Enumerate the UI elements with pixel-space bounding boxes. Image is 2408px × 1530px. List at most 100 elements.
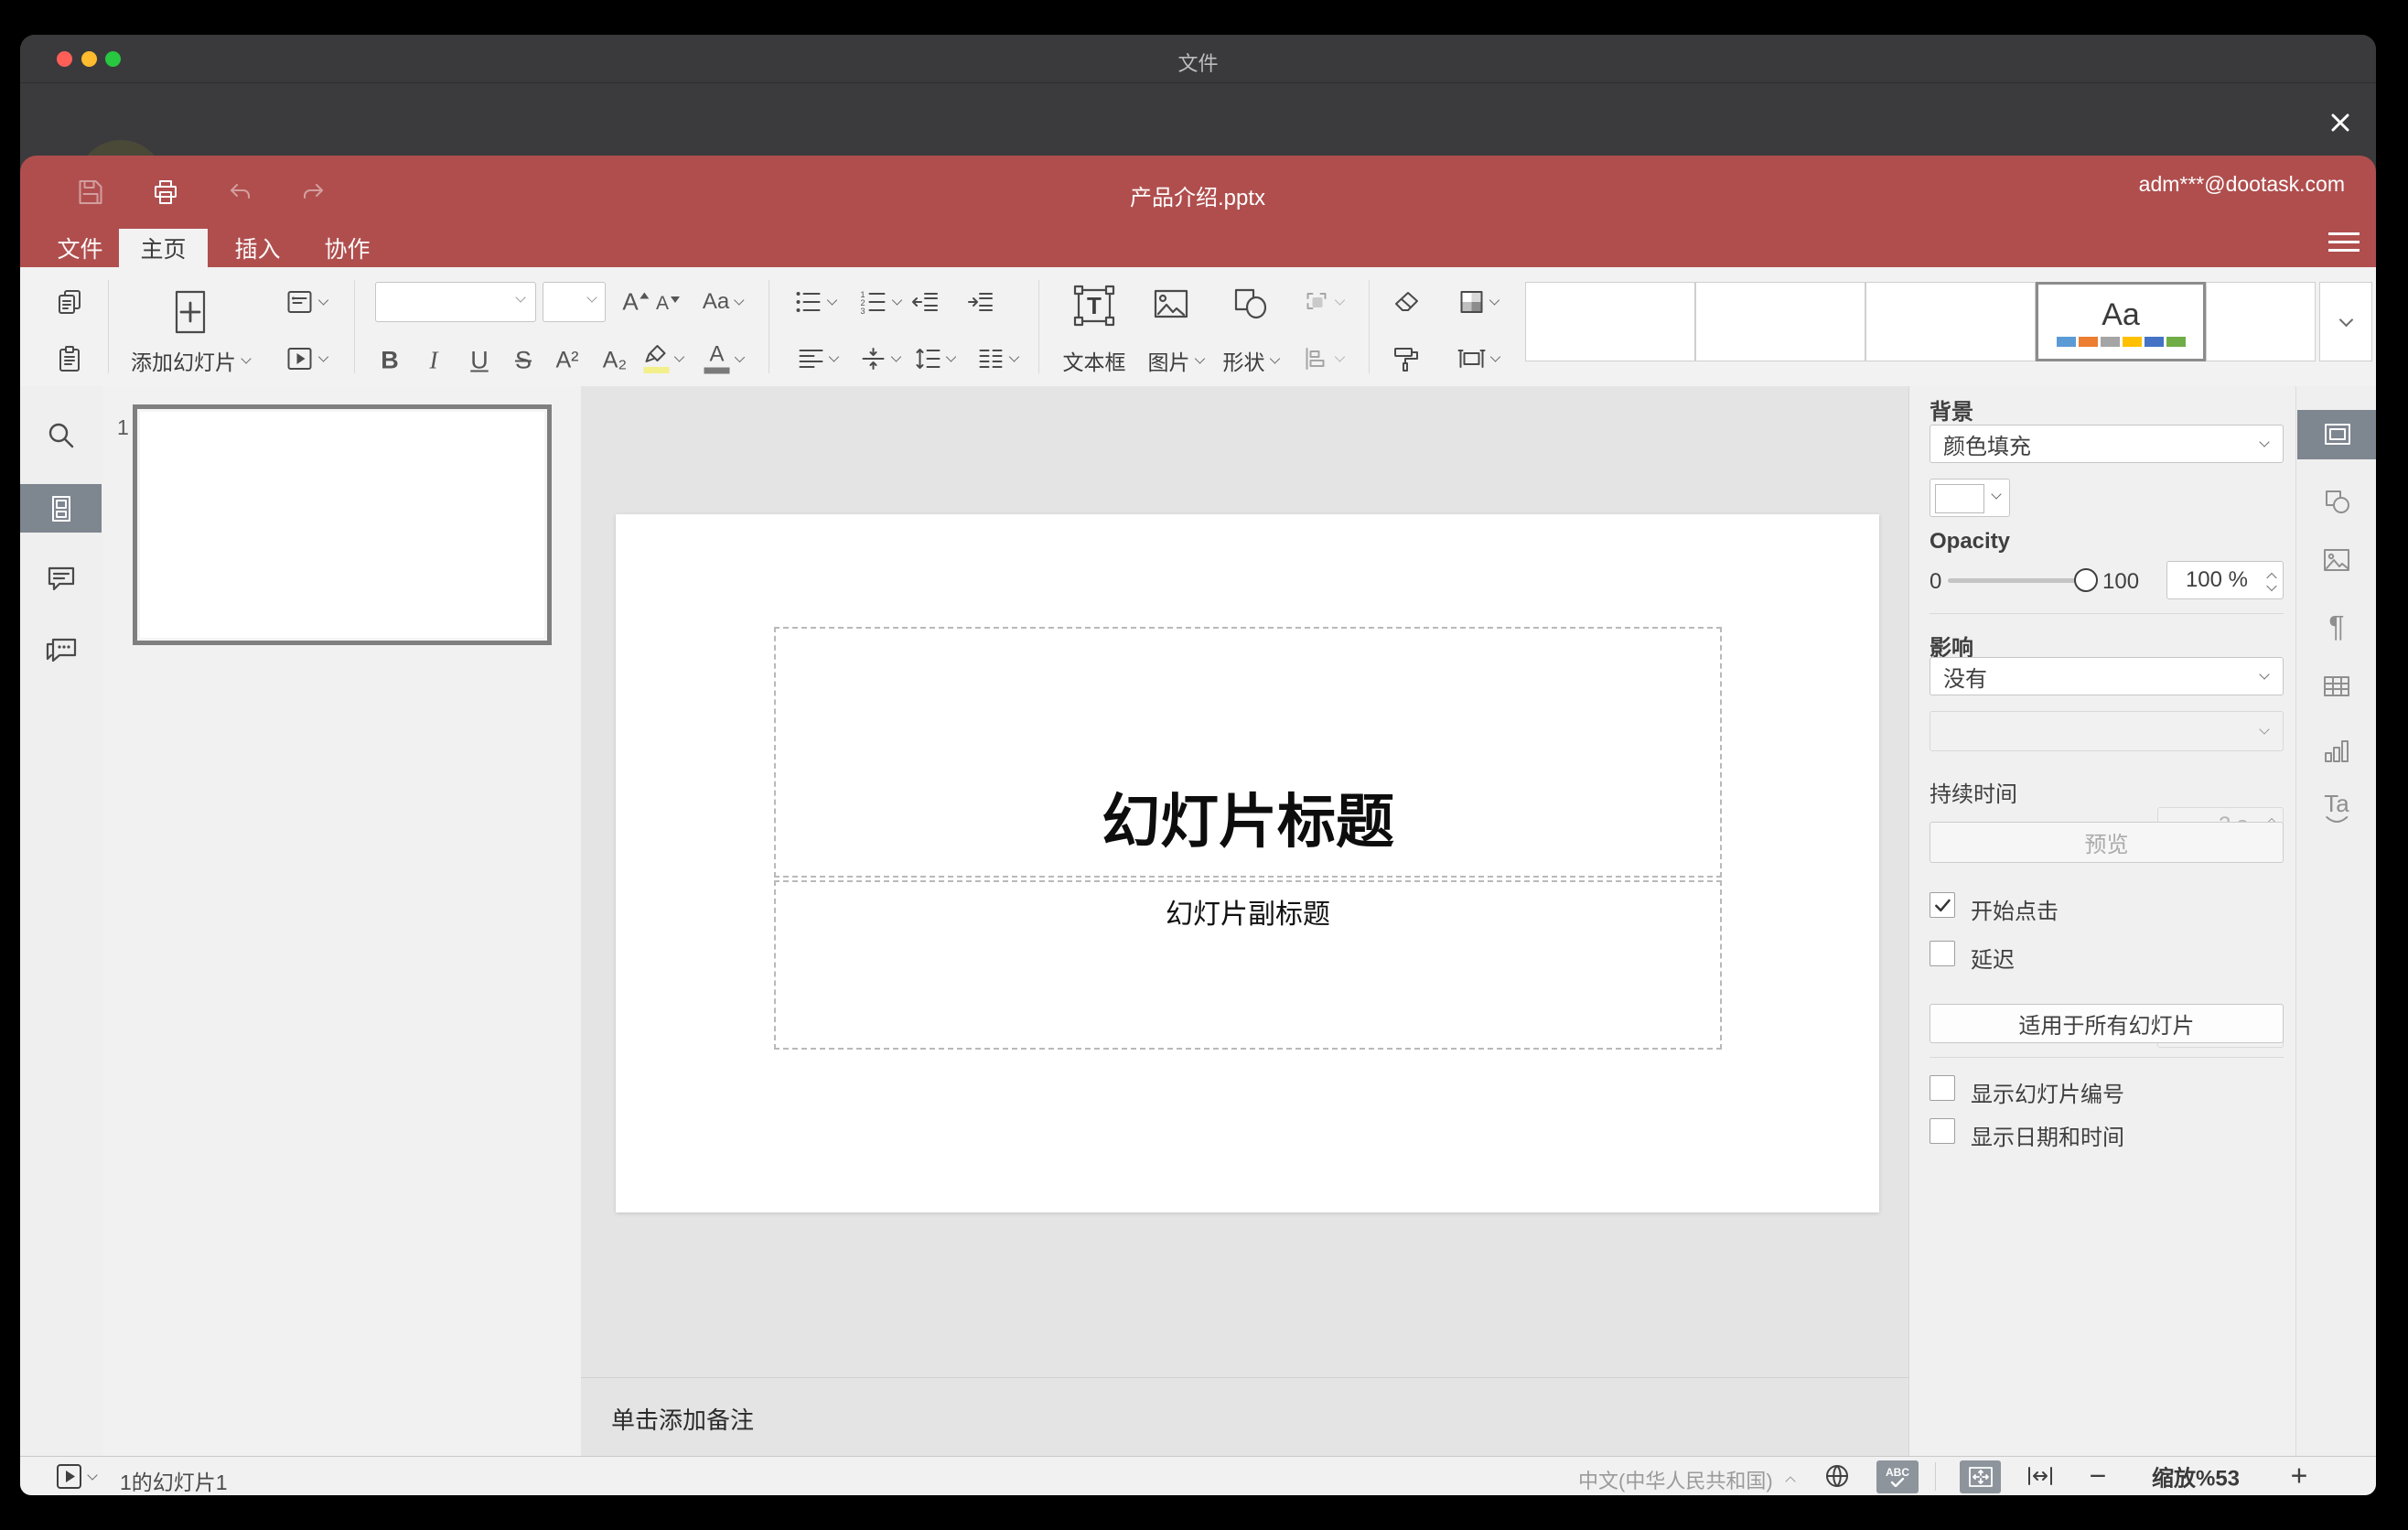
- image-settings-icon[interactable]: [2322, 547, 2351, 573]
- sidebar-item-slide-settings-selected[interactable]: [2297, 410, 2376, 459]
- opacity-slider-track[interactable]: [1948, 578, 2086, 583]
- strikeout-button[interactable]: S: [515, 347, 532, 375]
- subscript-button[interactable]: A₂: [603, 348, 627, 374]
- start-slideshow-button[interactable]: [286, 347, 329, 371]
- paint-roller-icon[interactable]: [1392, 345, 1420, 372]
- chevron-down-icon: [734, 351, 746, 362]
- superscript-button[interactable]: A²: [556, 348, 579, 374]
- image-button[interactable]: 图片: [1148, 345, 1206, 376]
- tab-collaboration[interactable]: 协作: [313, 229, 382, 267]
- effect-select[interactable]: 没有: [1930, 657, 2284, 695]
- underline-button[interactable]: U: [470, 347, 489, 375]
- columns-button[interactable]: [979, 348, 1020, 370]
- opacity-slider-thumb[interactable]: [2074, 568, 2098, 592]
- slide-canvas[interactable]: 幻灯片标题 幻灯片副标题: [616, 514, 1879, 1212]
- vertical-align-button[interactable]: [861, 347, 902, 371]
- horizontal-align-button[interactable]: [799, 348, 840, 370]
- language-selector[interactable]: 中文(中华人民共和国): [1578, 1465, 1796, 1494]
- decrease-indent-icon[interactable]: [912, 290, 940, 314]
- spinner[interactable]: [2266, 571, 2277, 592]
- theme-item[interactable]: [1695, 282, 1865, 361]
- numbered-list-button[interactable]: 123: [860, 290, 903, 314]
- theme-item[interactable]: [1525, 282, 1695, 361]
- apply-to-all-slides-button[interactable]: 适用于所有幻灯片: [1930, 1004, 2284, 1043]
- add-slide-button[interactable]: 添加幻灯片: [131, 345, 252, 376]
- tab-file[interactable]: 文件: [46, 229, 114, 267]
- paragraph-settings-icon[interactable]: ¶: [2328, 610, 2344, 644]
- slide-layout-icon: [287, 291, 312, 313]
- eraser-icon[interactable]: [1392, 290, 1420, 314]
- copy-icon[interactable]: [56, 288, 83, 316]
- tab-insert[interactable]: 插入: [223, 229, 292, 267]
- comments-icon[interactable]: [47, 566, 76, 593]
- bold-button[interactable]: B: [381, 347, 399, 375]
- change-case-button[interactable]: Aa: [703, 289, 745, 315]
- slide-subtitle-text: 幻灯片副标题: [1166, 900, 1330, 930]
- theme-item[interactable]: [2206, 282, 2316, 361]
- slide-size-button[interactable]: [1457, 346, 1501, 372]
- hamburger-menu-icon[interactable]: [2328, 227, 2360, 257]
- bullet-list-button[interactable]: [795, 290, 838, 314]
- start-slideshow-statusbar-button[interactable]: [56, 1463, 98, 1490]
- chart-settings-icon[interactable]: [2323, 738, 2350, 763]
- font-size-select[interactable]: [543, 282, 606, 322]
- zoom-in-button[interactable]: +: [2291, 1460, 2308, 1493]
- slide-size-icon: [1457, 350, 1486, 368]
- paste-icon[interactable]: [57, 344, 82, 373]
- highlight-color-button[interactable]: [643, 344, 685, 373]
- textbox-icon[interactable]: T: [1073, 285, 1115, 327]
- save-icon[interactable]: [77, 178, 104, 206]
- main-area: 1 幻灯片标题 幻灯片副标题 单击添加备注 背景 颜色填充 Opacity 0 …: [20, 386, 2376, 1456]
- decrease-font-button[interactable]: A: [656, 293, 681, 315]
- spellcheck-button[interactable]: ABC: [1876, 1460, 1919, 1493]
- shape-settings-icon[interactable]: [2323, 488, 2350, 515]
- chevron-down-icon: [1334, 295, 1346, 306]
- color-scheme-button[interactable]: [1459, 289, 1500, 315]
- increase-font-button[interactable]: A: [622, 288, 650, 317]
- fit-to-slide-button[interactable]: [1960, 1460, 2001, 1493]
- effect-type-select-disabled: [1930, 711, 2284, 751]
- start-on-click-checkbox[interactable]: [1930, 892, 1955, 918]
- title-placeholder[interactable]: 幻灯片标题: [774, 627, 1722, 878]
- font-name-select[interactable]: [375, 282, 536, 322]
- theme-item-selected[interactable]: Aa: [2036, 282, 2206, 361]
- vertical-align-icon: [862, 348, 885, 370]
- increase-indent-icon[interactable]: [967, 290, 994, 314]
- arrange-shape-icon: [1306, 293, 1327, 309]
- show-date-time-checkbox[interactable]: [1930, 1118, 1955, 1144]
- tab-home[interactable]: 主页: [119, 229, 208, 267]
- globe-icon[interactable]: [1823, 1462, 1851, 1490]
- image-icon[interactable]: [1153, 287, 1189, 320]
- show-slide-number-checkbox[interactable]: [1930, 1075, 1955, 1101]
- slide-settings-panel: 背景 颜色填充 Opacity 0 100 100 % 影响 没有 持续时间 预…: [1908, 386, 2296, 1456]
- theme-gallery-expand-button[interactable]: [2319, 282, 2372, 361]
- undo-icon[interactable]: [227, 179, 254, 205]
- shapes-icon[interactable]: [1233, 287, 1268, 320]
- line-spacing-button[interactable]: [916, 347, 957, 371]
- textbox-button[interactable]: 文本框: [1063, 345, 1126, 376]
- font-color-button[interactable]: A: [704, 343, 746, 374]
- subtitle-placeholder[interactable]: 幻灯片副标题: [774, 880, 1722, 1050]
- shapes-button[interactable]: 形状: [1223, 345, 1281, 376]
- add-slide-icon[interactable]: [171, 289, 210, 337]
- notes-area[interactable]: 单击添加备注: [581, 1377, 1908, 1457]
- print-icon[interactable]: [152, 178, 179, 206]
- background-fill-select[interactable]: 颜色填充: [1930, 425, 2284, 463]
- show-date-time-label: 显示日期和时间: [1971, 1126, 2124, 1150]
- close-icon[interactable]: [2326, 108, 2355, 137]
- sidebar-item-slides-selected[interactable]: [20, 484, 102, 533]
- delay-checkbox[interactable]: [1930, 941, 1955, 966]
- slide-thumbnail-selected[interactable]: [133, 404, 552, 645]
- search-icon[interactable]: [47, 421, 76, 450]
- zoom-out-button[interactable]: −: [2090, 1460, 2107, 1493]
- italic-button[interactable]: I: [430, 347, 438, 375]
- background-color-picker[interactable]: [1930, 479, 2010, 517]
- table-settings-icon[interactable]: [2322, 673, 2351, 699]
- theme-item[interactable]: [1865, 282, 2036, 361]
- fit-to-width-icon[interactable]: [2026, 1464, 2054, 1488]
- chat-icon[interactable]: [46, 636, 77, 663]
- textart-settings-icon[interactable]: Ta: [2324, 792, 2349, 824]
- redo-icon[interactable]: [299, 179, 327, 205]
- opacity-input[interactable]: 100 %: [2166, 561, 2284, 599]
- slide-layout-button[interactable]: [286, 290, 329, 314]
